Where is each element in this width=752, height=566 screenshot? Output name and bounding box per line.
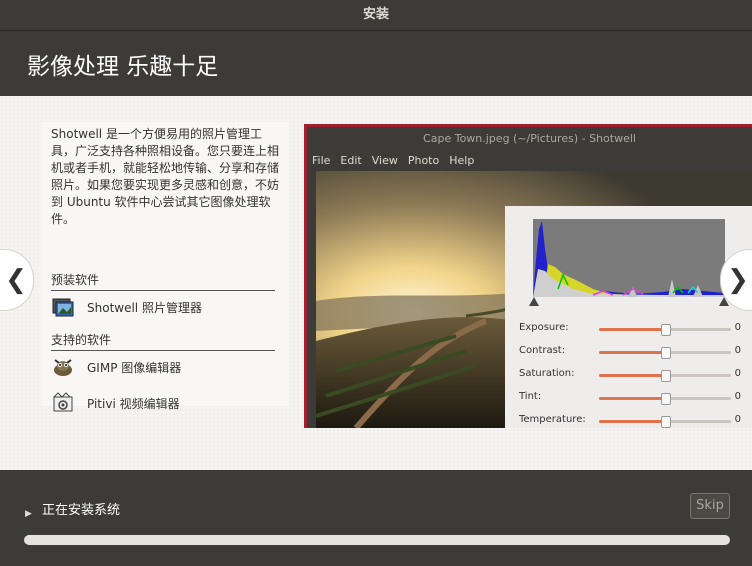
app-item-gimp: GIMP 图像编辑器 bbox=[51, 355, 181, 379]
exposure-slider bbox=[599, 324, 731, 336]
slider-handle bbox=[661, 347, 671, 359]
slider-label: Exposure: bbox=[519, 322, 569, 333]
app-item-label: GIMP 图像编辑器 bbox=[87, 360, 182, 375]
contrast-slider-row: Contrast: 0 bbox=[519, 345, 741, 359]
install-footer: ▶ 正在安装系统 Skip bbox=[0, 470, 752, 566]
slider-label: Saturation: bbox=[519, 368, 575, 379]
app-screenshot: Cape Town.jpeg (~/Pictures) - Shotwell F… bbox=[304, 124, 752, 428]
screenshot-menu-help: Help bbox=[449, 154, 475, 167]
slider-label: Tint: bbox=[519, 391, 542, 402]
screenshot-menu-edit: Edit bbox=[340, 154, 362, 167]
slideshow-content: Shotwell 是一个方便易用的照片管理工具，广泛支持各种照相设备。您只要连上… bbox=[0, 96, 752, 470]
install-status: 正在安装系统 bbox=[42, 503, 121, 518]
temperature-slider-row: Temperature: 0 bbox=[519, 414, 741, 428]
slider-value: 0 bbox=[734, 391, 741, 402]
window-title: 安装 bbox=[362, 7, 389, 22]
slider-fill bbox=[599, 351, 665, 354]
screenshot-window: Cape Town.jpeg (~/Pictures) - Shotwell F… bbox=[307, 127, 752, 428]
histogram-left-marker bbox=[529, 297, 539, 306]
slider-fill bbox=[599, 397, 665, 400]
slide-info-panel: Shotwell 是一个方便易用的照片管理工具，广泛支持各种照相设备。您只要连上… bbox=[41, 122, 289, 412]
saturation-slider bbox=[599, 370, 731, 382]
install-progress-bar bbox=[24, 535, 730, 545]
tint-slider-row: Tint: 0 bbox=[519, 391, 741, 405]
slider-value: 0 bbox=[734, 345, 741, 356]
slider-handle bbox=[661, 416, 671, 428]
slider-fill bbox=[599, 328, 665, 331]
gimp-icon bbox=[51, 355, 75, 379]
saturation-slider-row: Saturation: 0 bbox=[519, 368, 741, 382]
slider-value: 0 bbox=[734, 414, 741, 425]
preinstalled-section-title: 预装软件 bbox=[51, 271, 275, 291]
slider-label: Contrast: bbox=[519, 345, 566, 356]
histogram-chart bbox=[533, 219, 725, 297]
slider-handle bbox=[661, 324, 671, 336]
screenshot-window-title: Cape Town.jpeg (~/Pictures) - Shotwell bbox=[423, 132, 636, 145]
screenshot-menu-photo: Photo bbox=[407, 154, 440, 167]
tint-slider bbox=[599, 393, 731, 405]
slider-handle bbox=[661, 370, 671, 382]
screenshot-menubar: File Edit View Photo Help bbox=[307, 151, 752, 171]
screenshot-menu-file: File bbox=[312, 154, 331, 167]
slider-fill bbox=[599, 374, 665, 377]
screenshot-menu-view: View bbox=[371, 154, 398, 167]
app-item-shotwell: Shotwell 照片管理器 bbox=[51, 295, 202, 319]
slider-fill bbox=[599, 420, 665, 423]
slider-handle bbox=[661, 393, 671, 405]
contrast-slider bbox=[599, 347, 731, 359]
slide-description: Shotwell 是一个方便易用的照片管理工具，广泛支持各种照相设备。您只要连上… bbox=[51, 127, 280, 226]
adjustments-panel: Exposure: 0 Contrast: 0 Saturation: 0 Ti… bbox=[505, 206, 752, 428]
expand-arrow-icon[interactable]: ▶ bbox=[25, 509, 32, 519]
temperature-slider bbox=[599, 416, 731, 428]
slider-value: 0 bbox=[734, 322, 741, 333]
page-header: 影像处理 乐趣十足 bbox=[0, 31, 752, 96]
app-item-label: Pitivi 视频编辑器 bbox=[87, 396, 180, 411]
exposure-slider-row: Exposure: 0 bbox=[519, 322, 741, 336]
slider-value: 0 bbox=[734, 368, 741, 379]
pitivi-icon bbox=[51, 391, 75, 415]
slider-label: Temperature: bbox=[519, 414, 586, 425]
page-title: 影像处理 乐趣十足 bbox=[27, 54, 219, 80]
skip-button[interactable]: Skip bbox=[690, 493, 730, 519]
window-titlebar: 安装 bbox=[0, 0, 752, 31]
landscape-photo: Exposure: 0 Contrast: 0 Saturation: 0 Ti… bbox=[316, 171, 752, 428]
shotwell-icon bbox=[51, 295, 75, 319]
supported-section-title: 支持的软件 bbox=[51, 331, 275, 351]
previous-slide-button[interactable]: ❮ bbox=[0, 249, 34, 311]
app-item-pitivi: Pitivi 视频编辑器 bbox=[51, 391, 180, 415]
app-item-label: Shotwell 照片管理器 bbox=[87, 300, 202, 315]
